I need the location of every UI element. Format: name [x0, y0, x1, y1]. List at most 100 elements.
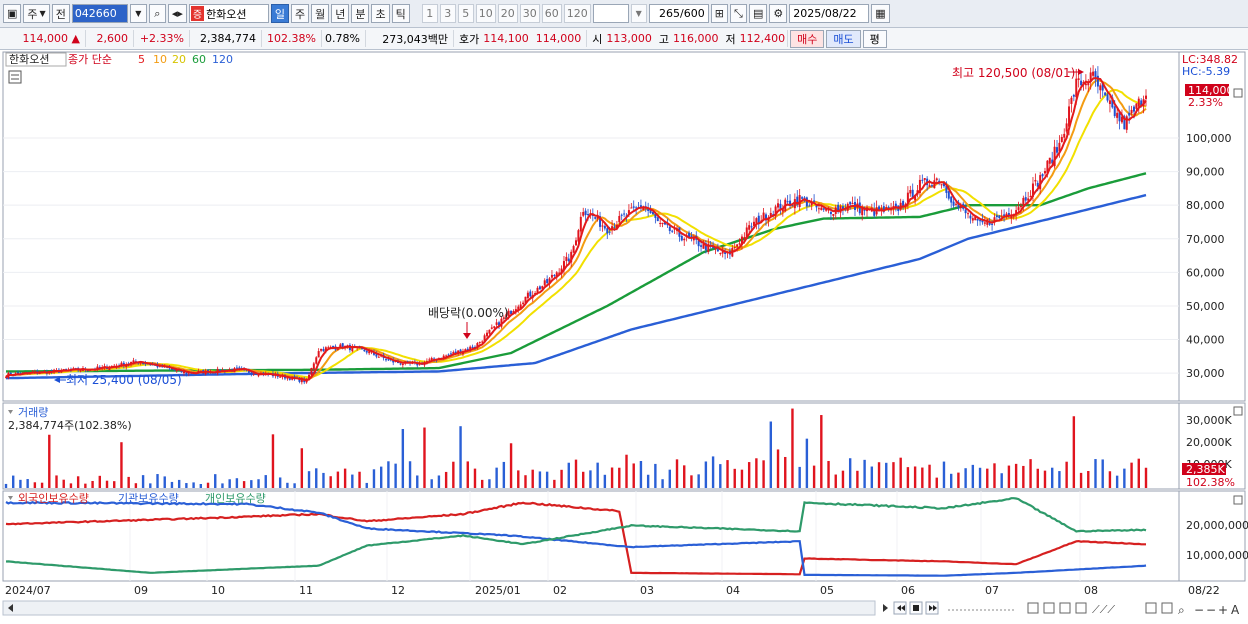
layout-icon-2[interactable] — [1043, 602, 1055, 614]
eval-button[interactable]: 평 — [862, 29, 887, 48]
volume-bar — [1058, 471, 1061, 488]
candle-body — [399, 363, 402, 365]
volume-collapse-icon[interactable] — [1233, 406, 1243, 416]
layout-icon-3[interactable] — [1059, 602, 1071, 614]
sell-button[interactable]: 매도 — [826, 29, 861, 48]
interval-120[interactable]: 120 — [563, 4, 591, 23]
volume-bar — [300, 448, 304, 488]
candle-body — [250, 372, 253, 375]
volume-bar — [957, 472, 960, 488]
count-input[interactable]: 265/600 — [648, 4, 709, 23]
tab-minute[interactable]: 분 — [351, 4, 370, 23]
window-icon[interactable]: ▣ — [3, 4, 22, 23]
low-annotation: 최저 25,400 (08/05) — [66, 373, 182, 387]
zoom-icon[interactable]: ⌕ — [1178, 603, 1185, 617]
minus-icon[interactable]: − — [1206, 603, 1216, 617]
volume-bar — [372, 469, 376, 488]
candle-body — [967, 213, 970, 215]
x-label-09: 09 — [134, 584, 148, 597]
volume-bar — [798, 466, 801, 488]
stock-chart[interactable]: 30,000 40,000 50,000 60,000 70,000 80,000 90,0… — [0, 50, 1248, 621]
volume-bar — [408, 461, 412, 488]
calendar-icon[interactable]: ▦ — [871, 4, 890, 23]
copy-icon[interactable] — [1145, 602, 1157, 614]
interval-5[interactable]: 5 — [457, 4, 474, 23]
tab-second[interactable]: 초 — [371, 4, 390, 23]
candle-body — [336, 348, 339, 350]
panel-collapse-icon[interactable] — [1233, 88, 1243, 98]
candle-body — [488, 329, 491, 334]
candle-body — [909, 190, 912, 194]
font-size-icon[interactable]: A — [1231, 603, 1240, 617]
candle-body — [1128, 112, 1131, 116]
volume-bar — [935, 477, 938, 488]
candle-body — [279, 376, 282, 378]
crosshair-icon[interactable]: ⤡ — [729, 4, 747, 23]
interval-20[interactable]: 20 — [497, 4, 518, 23]
interval-10[interactable]: 10 — [475, 4, 496, 23]
volume-bar — [177, 479, 181, 488]
candle-body — [661, 222, 664, 225]
stock-code-input[interactable]: 042660 — [71, 4, 128, 23]
volume-bar — [820, 415, 823, 488]
x-label-08: 08 — [1084, 584, 1098, 597]
zoom-out-icon[interactable]: − — [1194, 603, 1204, 617]
buy-button[interactable]: 매수 — [790, 29, 825, 48]
candle-body — [1041, 174, 1044, 177]
chart-tools-icon[interactable]: ⊞ — [710, 4, 728, 23]
interval-dropdown-icon[interactable]: ▼ — [630, 4, 647, 23]
tab-day[interactable]: 일 — [270, 4, 289, 23]
save-icon[interactable]: ▤ — [748, 4, 768, 23]
candle-body — [522, 302, 525, 304]
indicator-list-icon[interactable] — [8, 70, 22, 84]
volume-axis-30000k: 30,000K — [1186, 414, 1232, 427]
layout-icon-4[interactable] — [1075, 602, 1087, 614]
interval-1[interactable]: 1 — [421, 4, 438, 23]
playback-controls: ⟋⟋⟋ ⌕ − − + A — [893, 601, 1240, 617]
speaker-icon[interactable]: ◂▸ — [167, 4, 187, 23]
volume-bar — [719, 464, 722, 488]
stock-name: 한화오션 — [206, 7, 247, 21]
layout-icon-1[interactable] — [1027, 602, 1039, 614]
candle-body — [310, 368, 313, 376]
gear-icon[interactable]: ⚙ — [769, 4, 788, 23]
tab-year[interactable]: 년 — [331, 4, 350, 23]
draw-tools-icon[interactable]: ⟋⟋⟋ — [1092, 603, 1115, 616]
chart-scrollbar[interactable] — [2, 600, 876, 616]
date-input[interactable]: 2025/08/22 — [789, 4, 870, 23]
search-icon[interactable]: ⌕ — [148, 4, 166, 23]
stock-name-field[interactable]: 증 한화오션 — [188, 4, 269, 23]
candle-body — [315, 357, 318, 364]
code-dropdown-icon[interactable]: ▼ — [129, 4, 147, 23]
prev-button[interactable]: 전 — [51, 4, 70, 23]
scroll-right-icon[interactable] — [883, 604, 888, 612]
candle-body — [813, 200, 816, 202]
volume-bar — [964, 468, 967, 488]
interval-3[interactable]: 3 — [439, 4, 456, 23]
interval-60[interactable]: 60 — [541, 4, 562, 23]
interval-custom-input[interactable] — [592, 4, 629, 23]
tab-week[interactable]: 주 — [290, 4, 310, 23]
holding-collapse-icon[interactable] — [1233, 495, 1243, 505]
period-select[interactable]: 주 ▼ — [23, 4, 50, 23]
candle-body — [601, 225, 604, 227]
tab-tick[interactable]: 틱 — [391, 4, 410, 23]
volume-bar — [625, 454, 628, 488]
hc-label: HC:-5.39 — [1182, 65, 1230, 78]
plus-icon[interactable]: + — [1218, 603, 1228, 617]
volume-bar — [1087, 471, 1090, 488]
price-tick-label: 90,000 — [1186, 166, 1225, 179]
candle-body — [550, 274, 553, 278]
tab-month[interactable]: 월 — [311, 4, 330, 23]
volume-last-label: 2,385K — [1186, 463, 1225, 476]
candle-body — [1104, 92, 1107, 96]
interval-30[interactable]: 30 — [519, 4, 540, 23]
volume-bar — [697, 474, 700, 488]
volume-bar — [1043, 470, 1047, 488]
volume-bar — [257, 479, 260, 488]
candle-body — [630, 207, 633, 209]
volume-bar — [358, 471, 361, 488]
ask-price-1: 114,100 — [483, 32, 529, 45]
print-icon[interactable] — [1161, 602, 1173, 614]
volume-bar — [1029, 459, 1032, 488]
